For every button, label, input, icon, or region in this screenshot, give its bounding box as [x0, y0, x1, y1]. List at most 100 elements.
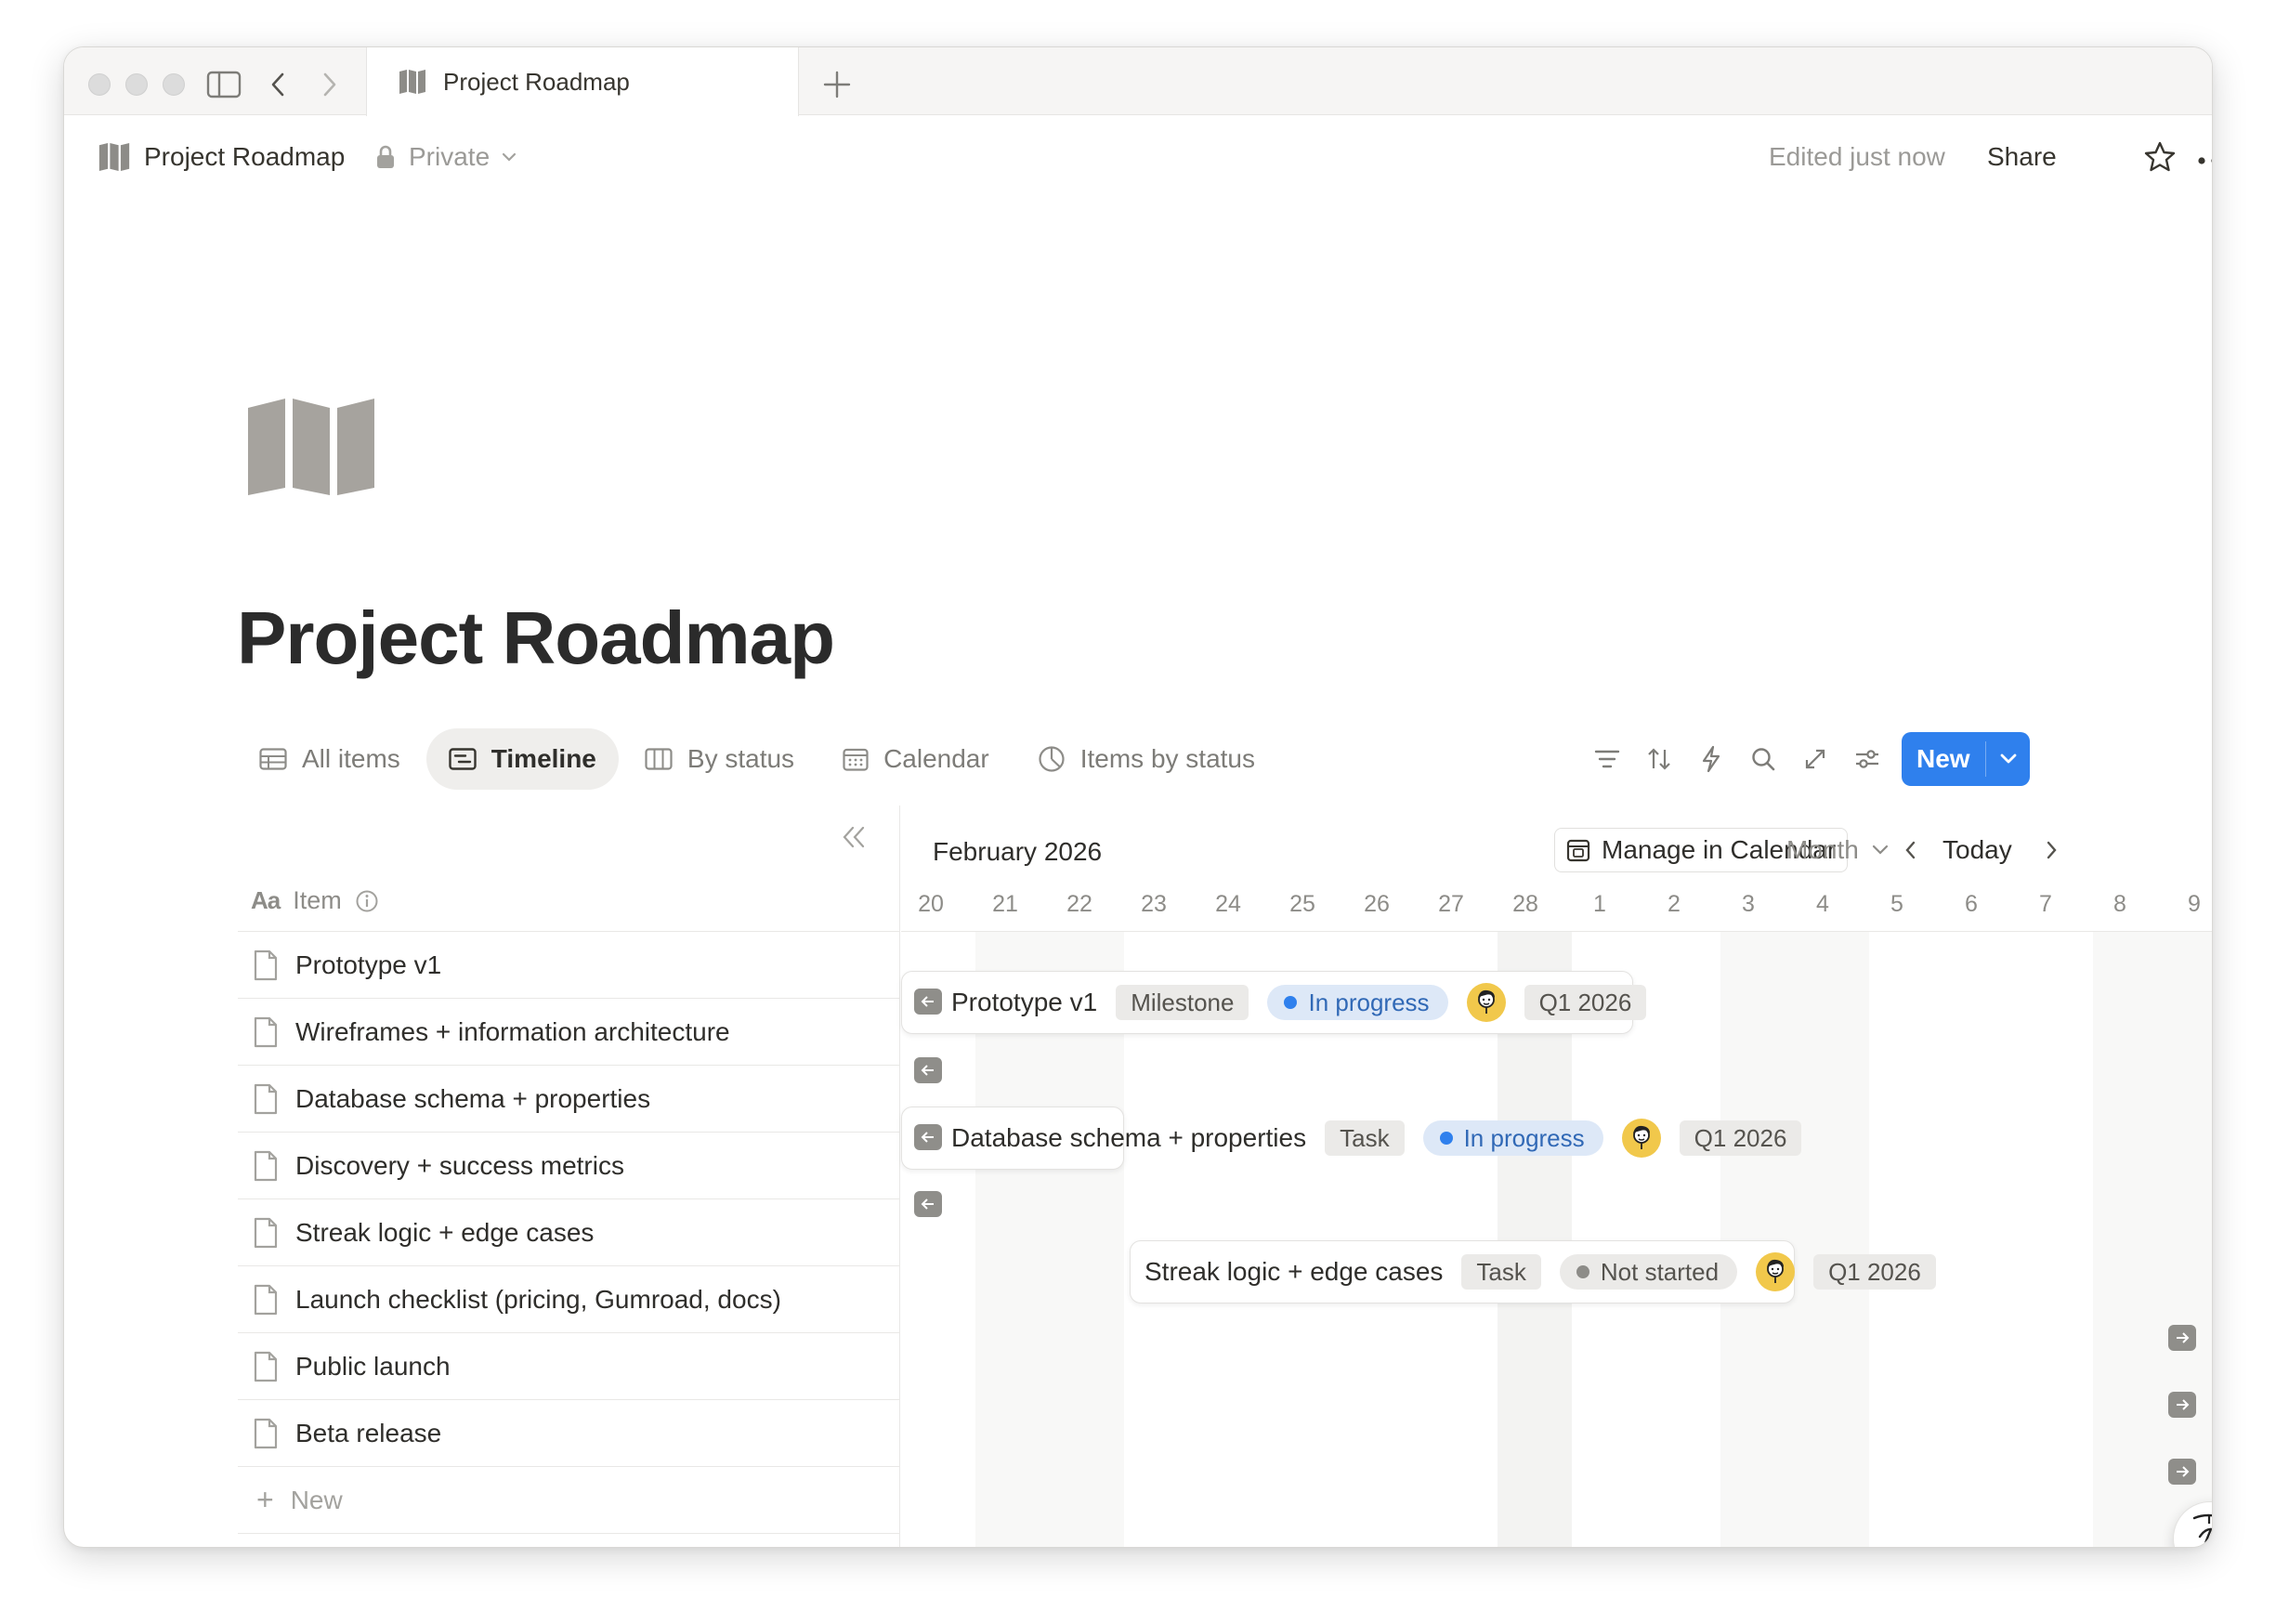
- scroll-to-left-icon[interactable]: [914, 1191, 942, 1217]
- scroll-to-left-icon[interactable]: [914, 1057, 942, 1083]
- scroll-to-left-icon[interactable]: [914, 989, 942, 1015]
- day-label: 7: [2039, 891, 2052, 917]
- bar-title: Streak logic + edge cases: [1145, 1257, 1444, 1286]
- previous-period-icon[interactable]: [1892, 828, 1929, 872]
- view-tabs: All items Timeline By status Calendar It…: [237, 728, 1281, 790]
- minimize-window-button[interactable]: [125, 73, 148, 96]
- page-doc-icon: [254, 1351, 278, 1382]
- new-item-button[interactable]: New: [1902, 732, 2030, 786]
- chevron-down-icon[interactable]: [1995, 745, 2022, 778]
- day-label: 1: [1593, 891, 1606, 917]
- list-item[interactable]: Beta release: [238, 1400, 899, 1467]
- tab-label: Timeline: [491, 744, 596, 773]
- list-item[interactable]: Discovery + success metrics: [238, 1133, 899, 1199]
- day-label: 20: [918, 891, 944, 917]
- item-title: Public launch: [295, 1351, 451, 1381]
- share-button[interactable]: Share: [1987, 135, 2057, 179]
- list-item[interactable]: Wireframes + information architecture: [238, 999, 899, 1066]
- list-item[interactable]: Streak logic + edge cases: [238, 1199, 899, 1266]
- page-doc-icon: [254, 1150, 278, 1181]
- page-topbar: Project Roadmap Private Edited just now …: [64, 116, 2212, 200]
- scroll-to-right-icon[interactable]: [2168, 1392, 2196, 1418]
- collapse-double-chevron-icon[interactable]: [840, 824, 868, 855]
- bar-content: Prototype v1 Milestone In progress Q1 20…: [951, 971, 1665, 1034]
- item-title: Prototype v1: [295, 950, 442, 979]
- day-label: 8: [2113, 891, 2126, 917]
- forward-arrow-icon[interactable]: [309, 64, 350, 105]
- avatar[interactable]: [1756, 1252, 1796, 1291]
- bar-title: Prototype v1: [951, 988, 1098, 1016]
- favorite-star-icon[interactable]: [2143, 140, 2177, 178]
- view-settings-icon[interactable]: [1841, 733, 1893, 785]
- status-label: In progress: [1463, 1124, 1585, 1152]
- bar-title: Database schema + properties: [951, 1123, 1307, 1152]
- item-title: Streak logic + edge cases: [295, 1217, 595, 1247]
- zoom-window-button[interactable]: [163, 73, 185, 96]
- scroll-to-right-icon[interactable]: [2168, 1325, 2196, 1351]
- item-list-panel: Aa Item Prototype v1 Wireframes + inform…: [238, 805, 900, 1547]
- tab-by-status[interactable]: By status: [622, 728, 817, 790]
- add-new-item-button[interactable]: + New: [238, 1467, 899, 1534]
- timeline-scale-dropdown[interactable]: Month: [1786, 828, 1890, 872]
- automation-bolt-icon[interactable]: [1685, 733, 1737, 785]
- search-icon[interactable]: [1737, 733, 1789, 785]
- tab-all-items[interactable]: All items: [237, 728, 423, 790]
- map-icon: [399, 70, 425, 94]
- more-options-icon[interactable]: [2197, 153, 2212, 170]
- avatar[interactable]: [1466, 983, 1506, 1022]
- type-tag: Task: [1461, 1254, 1541, 1290]
- page-title[interactable]: Project Roadmap: [237, 596, 835, 681]
- expand-icon[interactable]: [1789, 733, 1841, 785]
- day-label: 28: [1512, 891, 1538, 917]
- item-rows: Prototype v1 Wireframes + information ar…: [238, 932, 899, 1534]
- filter-icon[interactable]: [1581, 733, 1633, 785]
- ai-face-icon: [2192, 1513, 2212, 1547]
- breadcrumb-title: Project Roadmap: [144, 142, 346, 171]
- item-title: Launch checklist (pricing, Gumroad, docs…: [295, 1284, 781, 1314]
- day-label: 26: [1364, 891, 1390, 917]
- today-button[interactable]: Today: [1942, 828, 2012, 872]
- list-item[interactable]: Prototype v1: [238, 932, 899, 999]
- day-label: 2: [1668, 891, 1681, 917]
- list-item[interactable]: Database schema + properties: [238, 1066, 899, 1133]
- scroll-to-right-icon[interactable]: [2168, 1459, 2196, 1485]
- privacy-dropdown[interactable]: Private: [375, 135, 517, 179]
- close-window-button[interactable]: [88, 73, 111, 96]
- page-doc-icon: [254, 950, 278, 980]
- list-item[interactable]: Launch checklist (pricing, Gumroad, docs…: [238, 1266, 899, 1333]
- status-badge: Not started: [1559, 1254, 1738, 1290]
- day-label: 6: [1965, 891, 1978, 917]
- tab-label: By status: [687, 744, 795, 773]
- next-period-icon[interactable]: [2033, 828, 2070, 872]
- new-tab-plus-icon[interactable]: [817, 64, 857, 105]
- lock-icon: [377, 145, 394, 168]
- status-dot: [1576, 1265, 1589, 1278]
- page-doc-icon: [254, 1284, 278, 1315]
- breadcrumb[interactable]: Project Roadmap: [98, 135, 345, 179]
- status-label: In progress: [1308, 989, 1430, 1016]
- item-title: Beta release: [295, 1418, 442, 1447]
- tab-title: Project Roadmap: [443, 67, 630, 96]
- scroll-to-left-icon[interactable]: [914, 1124, 942, 1150]
- tab-timeline[interactable]: Timeline: [425, 728, 619, 790]
- sidebar-toggle-icon[interactable]: [203, 64, 244, 105]
- info-icon[interactable]: [355, 889, 379, 913]
- tab-project-roadmap[interactable]: Project Roadmap: [366, 47, 799, 116]
- page-map-icon[interactable]: [246, 399, 376, 500]
- calendar-icon: [843, 748, 869, 771]
- item-title: Discovery + success metrics: [295, 1150, 624, 1180]
- item-column-header[interactable]: Aa Item: [238, 871, 899, 932]
- table-icon: [259, 748, 287, 770]
- avatar[interactable]: [1621, 1119, 1661, 1158]
- new-button-label: New: [1916, 744, 1970, 773]
- tab-items-by-status[interactable]: Items by status: [1015, 728, 1277, 790]
- sort-icon[interactable]: [1633, 733, 1685, 785]
- back-arrow-icon[interactable]: [257, 64, 298, 105]
- new-button-divider: [1985, 741, 1986, 777]
- day-label: 27: [1438, 891, 1464, 917]
- tab-calendar[interactable]: Calendar: [820, 728, 1012, 790]
- list-item[interactable]: Public launch: [238, 1333, 899, 1400]
- day-label: 4: [1816, 891, 1829, 917]
- board-icon: [645, 748, 673, 770]
- page-doc-icon: [254, 1016, 278, 1047]
